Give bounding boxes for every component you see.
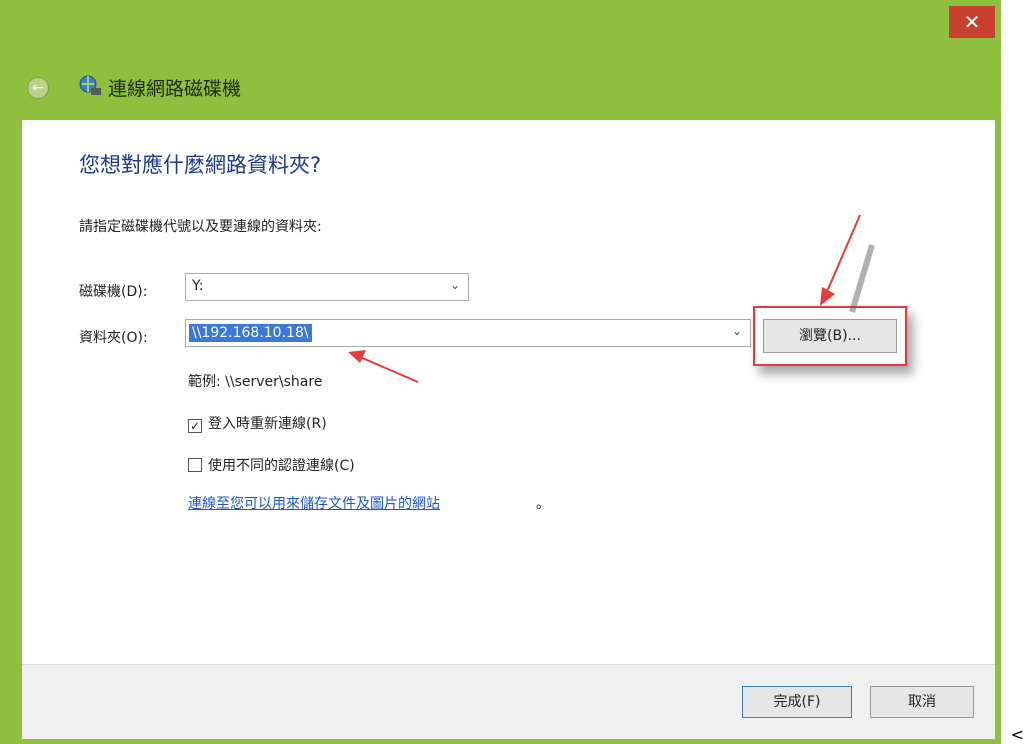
credentials-checkbox[interactable] [188, 458, 202, 472]
finish-button[interactable]: 完成(F) [742, 686, 852, 718]
chevron-down-icon[interactable]: ⌄ [732, 324, 742, 338]
folder-input[interactable]: \\192.168.10.18\ ⌄ [185, 319, 751, 347]
page-heading: 您想對應什麼網路資料夾? [79, 153, 322, 177]
reconnect-checkbox[interactable]: ✓ [188, 419, 202, 433]
close-button[interactable]: ✕ [949, 6, 995, 38]
drive-select[interactable]: Y: ⌄ [185, 273, 469, 301]
reconnect-option[interactable]: ✓ 登入時重新連線(R) [188, 413, 327, 433]
link-suffix: 。 [536, 496, 550, 512]
title-bar: ✕ ← 連線網路磁碟機 [0, 0, 1001, 120]
example-text: 範例: \\server\share [188, 374, 323, 390]
network-drive-icon [79, 75, 101, 95]
folder-label: 資料夾(O): [79, 330, 148, 346]
drive-select-value: Y: [192, 278, 204, 294]
back-arrow-icon[interactable]: ← [27, 77, 49, 99]
credentials-label: 使用不同的認證連線(C) [208, 458, 355, 474]
website-link[interactable]: 連線至您可以用來儲存文件及圖片的網站 [188, 493, 440, 513]
folder-input-value: \\192.168.10.18\ [189, 324, 312, 342]
instruction-text: 請指定磁碟機代號以及要連線的資料夾: [79, 219, 322, 235]
credentials-option[interactable]: 使用不同的認證連線(C) [188, 455, 355, 475]
dialog-content: 您想對應什麼網路資料夾? 請指定磁碟機代號以及要連線的資料夾: 磁碟機(D): … [22, 120, 995, 664]
window-title: 連線網路磁碟機 [108, 78, 242, 100]
map-network-drive-window: ✕ ← 連線網路磁碟機 您想對應什麼網路資料夾? 請指定磁碟機代號以及要連線的資… [0, 0, 1001, 744]
drive-label: 磁碟機(D): [79, 284, 148, 300]
chevron-down-icon[interactable]: ⌄ [450, 278, 460, 292]
reconnect-label: 登入時重新連線(R) [208, 416, 327, 432]
browse-button[interactable]: 瀏覽(B)... [763, 319, 897, 353]
trailing-text: < [1010, 725, 1024, 744]
cancel-button[interactable]: 取消 [870, 686, 974, 718]
dialog-footer: 完成(F) 取消 [22, 664, 995, 739]
